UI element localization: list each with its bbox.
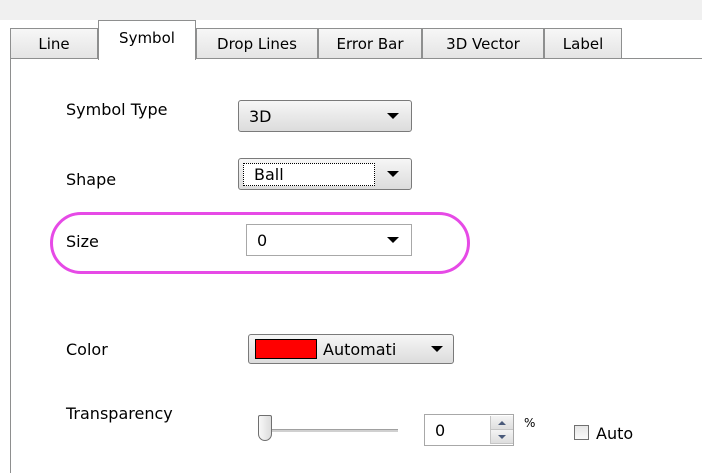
dialog-top-band: [0, 0, 702, 20]
size-label: Size: [66, 232, 99, 251]
chevron-down-icon: [387, 237, 399, 243]
tab-label[interactable]: Label: [544, 28, 622, 58]
transparency-spinbox[interactable]: 0: [424, 414, 514, 446]
spin-down-button[interactable]: [491, 430, 513, 444]
color-dropdown[interactable]: Automati: [248, 334, 454, 364]
chevron-down-icon: [431, 346, 443, 352]
tab-drop-lines[interactable]: Drop Lines: [196, 28, 318, 58]
chevron-down-icon: [387, 171, 399, 177]
arrow-up-icon: [498, 420, 506, 425]
color-label: Color: [66, 340, 108, 359]
color-value: Automati: [323, 339, 397, 359]
tab-error-bar-label: Error Bar: [336, 34, 404, 53]
transparency-slider-track[interactable]: [268, 429, 398, 432]
tab-symbol[interactable]: Symbol: [98, 20, 196, 60]
size-combo[interactable]: 0: [246, 224, 412, 256]
auto-checkbox[interactable]: [574, 425, 589, 440]
tab-error-bar[interactable]: Error Bar: [318, 28, 422, 58]
tab-3d-vector-label: 3D Vector: [446, 34, 520, 53]
auto-label: Auto: [596, 424, 634, 443]
chevron-down-icon: [387, 113, 399, 119]
tab-symbol-label: Symbol: [119, 29, 175, 47]
tab-line[interactable]: Line: [10, 28, 98, 58]
transparency-value: 0: [435, 420, 446, 440]
percent-unit: %: [524, 416, 536, 430]
tab-3d-vector[interactable]: 3D Vector: [422, 28, 544, 58]
spin-up-button[interactable]: [491, 416, 513, 430]
symbol-type-value: 3D: [249, 106, 272, 126]
color-swatch: [255, 339, 317, 359]
transparency-slider-thumb[interactable]: [258, 415, 272, 441]
shape-value: Ball: [243, 162, 375, 186]
symbol-type-label: Symbol Type: [66, 100, 168, 119]
tab-drop-lines-label: Drop Lines: [217, 34, 297, 53]
symbol-type-dropdown[interactable]: 3D: [238, 100, 412, 132]
tab-label-label: Label: [562, 34, 604, 53]
tab-line-label: Line: [38, 34, 70, 53]
arrow-down-icon: [498, 434, 506, 439]
size-value: 0: [257, 230, 268, 250]
shape-label: Shape: [66, 170, 117, 189]
transparency-label: Transparency: [66, 404, 173, 423]
shape-dropdown[interactable]: Ball: [238, 158, 412, 190]
